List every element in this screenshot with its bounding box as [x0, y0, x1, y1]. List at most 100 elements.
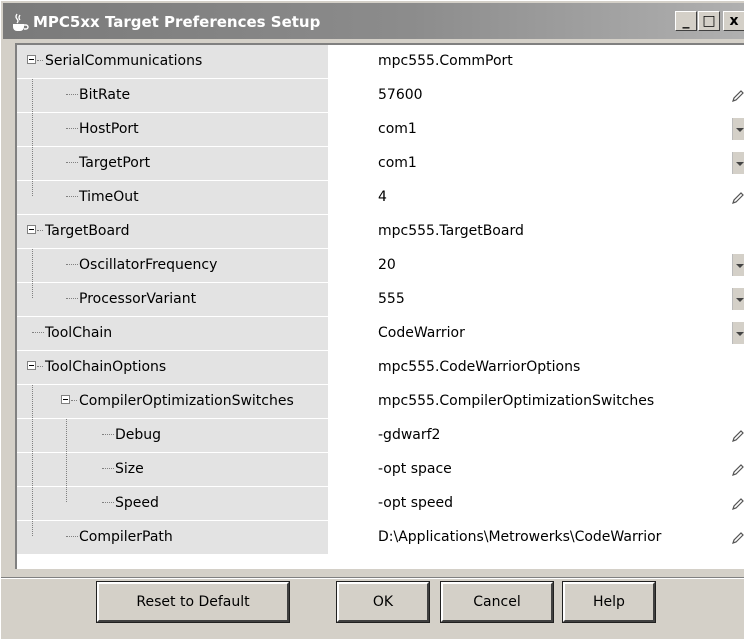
property-row[interactable]: TimeOut 4	[17, 181, 744, 215]
property-value-cell[interactable]: 4	[328, 181, 744, 214]
pencil-icon[interactable]	[731, 531, 744, 545]
property-name: Debug	[115, 427, 162, 443]
close-icon: x	[729, 13, 739, 29]
java-cup-icon	[13, 13, 29, 31]
property-name-cell: TimeOut	[17, 181, 328, 214]
property-name: TargetPort	[79, 155, 151, 171]
property-name: TimeOut	[79, 189, 139, 205]
property-value: com1	[378, 121, 417, 137]
property-name-cell: BitRate	[17, 79, 328, 112]
property-row[interactable]: TargetBoard mpc555.TargetBoard	[17, 215, 744, 249]
tree-guide	[32, 521, 33, 536]
property-value: CodeWarrior	[378, 325, 465, 341]
footer-divider	[1, 577, 744, 579]
property-name-cell: HostPort	[17, 113, 328, 146]
property-name: ToolChainOptions	[45, 359, 167, 375]
property-name-cell: Size	[17, 453, 328, 486]
property-value-cell[interactable]: CodeWarrior	[328, 317, 744, 350]
property-name-cell: CompilerPath	[17, 521, 328, 554]
collapse-icon[interactable]	[27, 361, 36, 370]
pencil-icon[interactable]	[731, 463, 744, 477]
ok-button[interactable]: OK	[336, 581, 430, 623]
maximize-icon: □	[702, 13, 716, 29]
property-value-cell[interactable]: D:\Applications\Metrowerks\CodeWarrior	[328, 521, 744, 554]
collapse-icon[interactable]	[27, 55, 36, 64]
property-value: -gdwarf2	[378, 427, 441, 443]
tree-guide	[66, 419, 67, 452]
chevron-down-icon[interactable]	[732, 152, 744, 174]
property-value-cell[interactable]: com1	[328, 113, 744, 146]
tree-connector	[37, 366, 43, 367]
property-value-cell: mpc555.CodeWarriorOptions	[328, 351, 744, 384]
property-name-cell: TargetBoard	[17, 215, 328, 248]
property-row[interactable]: HostPort com1	[17, 113, 744, 147]
tree-connector	[66, 264, 78, 265]
property-value-cell[interactable]: 555	[328, 283, 744, 316]
tree-connector	[66, 196, 78, 197]
tree-guide	[66, 453, 67, 486]
close-button[interactable]: x	[723, 11, 744, 31]
tree-connector	[102, 468, 114, 469]
tree-guide	[32, 113, 33, 146]
tree-connector	[66, 94, 78, 95]
property-row[interactable]: BitRate 57600	[17, 79, 744, 113]
tree-guide	[32, 147, 33, 180]
tree-connector	[66, 162, 78, 163]
pencil-icon[interactable]	[731, 191, 744, 205]
tree-connector	[71, 400, 77, 401]
property-value: -opt speed	[378, 495, 453, 511]
property-row[interactable]: ToolChainOptions mpc555.CodeWarriorOption…	[17, 351, 744, 385]
chevron-down-icon[interactable]	[732, 254, 744, 276]
reset-to-default-button[interactable]: Reset to Default	[96, 581, 290, 623]
property-value: 57600	[378, 87, 423, 103]
collapse-icon[interactable]	[27, 225, 36, 234]
property-value-cell[interactable]: com1	[328, 147, 744, 180]
tree-guide	[32, 79, 33, 112]
window-title: MPC5xx Target Preferences Setup	[33, 13, 321, 31]
tree-connector	[66, 128, 78, 129]
property-value-cell[interactable]: 57600	[328, 79, 744, 112]
property-name: ToolChain	[45, 325, 113, 341]
help-button[interactable]: Help	[562, 581, 656, 623]
property-name-cell: Speed	[17, 487, 328, 520]
property-value: mpc555.CommPort	[378, 53, 513, 69]
property-value-cell[interactable]: -opt speed	[328, 487, 744, 520]
property-value-cell: mpc555.CommPort	[328, 45, 744, 78]
property-name: SerialCommunications	[45, 53, 203, 69]
chevron-down-icon[interactable]	[732, 322, 744, 344]
property-row[interactable]: CompilerPath D:\Applications\Metrowerks\C…	[17, 521, 744, 555]
tree-connector	[32, 332, 44, 333]
property-value-cell[interactable]: -opt space	[328, 453, 744, 486]
property-row[interactable]: Debug -gdwarf2	[17, 419, 744, 453]
property-name: CompilerOptimizationSwitches	[79, 393, 294, 409]
chevron-down-icon[interactable]	[732, 288, 744, 310]
property-row[interactable]: TargetPort com1	[17, 147, 744, 181]
title-bar[interactable]: MPC5xx Target Preferences Setup _ □ x	[3, 3, 744, 39]
collapse-icon[interactable]	[61, 395, 70, 404]
property-value: mpc555.TargetBoard	[378, 223, 524, 239]
property-name-cell: SerialCommunications	[17, 45, 328, 78]
property-value-cell[interactable]: -gdwarf2	[328, 419, 744, 452]
pencil-icon[interactable]	[731, 429, 744, 443]
row-divider	[17, 554, 744, 555]
property-row[interactable]: Size -opt space	[17, 453, 744, 487]
chevron-down-icon[interactable]	[732, 118, 744, 140]
property-row[interactable]: Speed -opt speed	[17, 487, 744, 521]
pencil-icon[interactable]	[731, 89, 744, 103]
property-value-cell[interactable]: 20	[328, 249, 744, 282]
property-name: CompilerPath	[79, 529, 173, 545]
property-row[interactable]: ToolChain CodeWarrior	[17, 317, 744, 351]
property-row[interactable]: OscillatorFrequency 20	[17, 249, 744, 283]
property-table: SerialCommunications mpc555.CommPort BitRa…	[15, 43, 744, 569]
tree-guide	[32, 181, 33, 196]
minimize-button[interactable]: _	[675, 11, 697, 31]
pencil-icon[interactable]	[731, 497, 744, 511]
property-row[interactable]: SerialCommunications mpc555.CommPort	[17, 45, 744, 79]
tree-connector	[102, 434, 114, 435]
maximize-button[interactable]: □	[698, 11, 720, 31]
property-row[interactable]: CompilerOptimizationSwitches mpc555.Compi…	[17, 385, 744, 419]
property-row[interactable]: ProcessorVariant 555	[17, 283, 744, 317]
property-value: com1	[378, 155, 417, 171]
property-name-cell: OscillatorFrequency	[17, 249, 328, 282]
cancel-button[interactable]: Cancel	[440, 581, 554, 623]
